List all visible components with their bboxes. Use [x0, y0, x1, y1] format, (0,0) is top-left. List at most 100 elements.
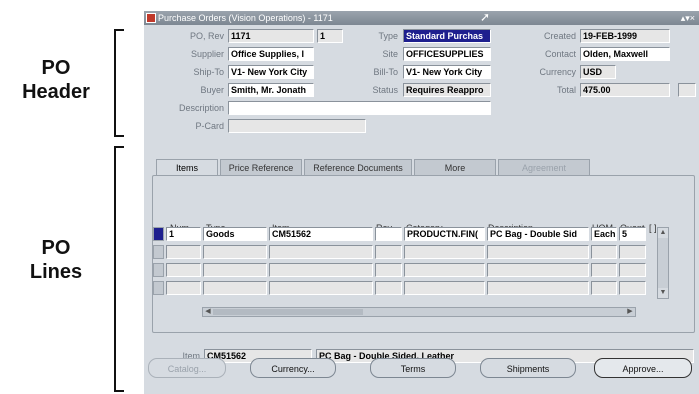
created-label: Created — [543, 31, 576, 41]
po-header-label-line2: Header — [22, 81, 90, 103]
table-cell[interactable] — [487, 245, 589, 259]
currency-field[interactable]: USD — [580, 65, 616, 79]
description-label: Description — [178, 103, 224, 113]
currency-button[interactable]: Currency... — [250, 358, 336, 378]
lines-horizontal-scrollbar[interactable]: ◀ ▶ — [202, 307, 636, 317]
tab-reference-documents-label: Reference Documents — [313, 163, 403, 173]
created-field[interactable]: 19-FEB-1999 — [580, 29, 670, 43]
type-label: Type — [378, 31, 398, 41]
pcard-field[interactable] — [228, 119, 366, 133]
contact-field[interactable]: Olden, Maxwell — [580, 47, 670, 61]
row-indicator[interactable] — [153, 245, 164, 259]
po-lines-label-line2: Lines — [29, 261, 83, 283]
line-description-cell[interactable]: PC Bag - Double Sid — [487, 227, 589, 241]
approve-button[interactable]: Approve... — [594, 358, 692, 378]
tab-price-reference-label: Price Reference — [228, 163, 294, 173]
type-field[interactable]: Standard Purchas — [403, 29, 491, 43]
table-cell[interactable] — [203, 245, 267, 259]
po-lines-label: PO Lines — [2, 236, 110, 284]
table-cell[interactable] — [269, 263, 373, 277]
site-field[interactable]: OFFICESUPPLIES — [403, 47, 491, 61]
lines-vertical-scrollbar[interactable]: ▲ ▼ — [657, 227, 669, 299]
catalog-button[interactable]: Catalog... — [148, 358, 226, 378]
bill-to-field[interactable]: V1- New York City — [403, 65, 491, 79]
line-num-cell[interactable]: 1 — [166, 227, 201, 241]
horizontal-scroll-thumb[interactable] — [213, 309, 363, 315]
table-cell[interactable] — [619, 263, 646, 277]
table-cell[interactable] — [619, 281, 646, 295]
supplier-label: Supplier — [190, 49, 224, 59]
mouse-cursor-icon: ➚ — [480, 11, 491, 24]
row-indicator[interactable] — [153, 263, 164, 277]
bill-to-label: Bill-To — [373, 67, 398, 77]
terms-button[interactable]: Terms — [370, 358, 456, 378]
scroll-up-arrow-icon[interactable]: ▲ — [658, 228, 668, 238]
purchase-order-window: Purchase Orders (Vision Operations) - 11… — [144, 11, 699, 394]
table-cell[interactable] — [487, 281, 589, 295]
row-indicator[interactable] — [153, 281, 164, 295]
contact-label: Contact — [544, 49, 576, 59]
scroll-left-arrow-icon[interactable]: ◀ — [203, 308, 213, 316]
table-cell[interactable] — [375, 263, 402, 277]
po-rev-label: PO, Rev — [189, 31, 224, 41]
revision-field[interactable]: 1 — [317, 29, 343, 43]
tab-items-label: Items — [175, 163, 198, 173]
line-category-cell[interactable]: PRODUCTN.FIN( — [404, 227, 485, 241]
line-rev-cell[interactable] — [375, 227, 402, 241]
total-label: Total — [556, 85, 576, 95]
line-quantity-cell[interactable]: 5 — [619, 227, 646, 241]
po-lines-bracket — [114, 146, 124, 392]
table-cell[interactable] — [404, 281, 485, 295]
tab-reference-documents[interactable]: Reference Documents — [304, 159, 412, 175]
currency-label: Currency — [539, 67, 576, 77]
line-uom-cell[interactable]: Each — [591, 227, 617, 241]
table-cell[interactable] — [591, 263, 617, 277]
tab-items[interactable]: Items — [156, 159, 218, 176]
buyer-field[interactable]: Smith, Mr. Jonath — [228, 83, 314, 97]
po-header-label-line1: PO — [41, 57, 71, 79]
status-label: Status — [372, 85, 398, 95]
app-icon — [146, 13, 156, 23]
scroll-right-arrow-icon[interactable]: ▶ — [625, 308, 635, 316]
table-cell[interactable] — [375, 281, 402, 295]
po-number-field[interactable]: 1171 — [228, 29, 314, 43]
shipments-button[interactable]: Shipments — [480, 358, 576, 378]
table-cell[interactable] — [404, 263, 485, 277]
table-cell[interactable] — [166, 245, 201, 259]
status-field[interactable]: Requires Reappro — [403, 83, 491, 97]
pcard-label: P-Card — [195, 121, 224, 131]
table-cell[interactable] — [404, 245, 485, 259]
window-controls[interactable]: ▴▾× — [681, 11, 695, 25]
table-cell[interactable] — [166, 281, 201, 295]
table-cell[interactable] — [591, 245, 617, 259]
total-field[interactable]: 475.00 — [580, 83, 670, 97]
table-cell[interactable] — [203, 281, 267, 295]
table-cell[interactable] — [269, 245, 373, 259]
tab-agreement-label: Agreement — [521, 163, 567, 173]
table-cell[interactable] — [203, 263, 267, 277]
tab-more-label: More — [444, 163, 466, 173]
ship-to-field[interactable]: V1- New York City — [228, 65, 314, 79]
table-cell[interactable] — [591, 281, 617, 295]
ship-to-label: Ship-To — [193, 67, 224, 77]
window-title: Purchase Orders (Vision Operations) - 11… — [158, 13, 333, 23]
tab-agreement: Agreement — [498, 159, 590, 175]
table-cell[interactable] — [487, 263, 589, 277]
tab-more[interactable]: More — [414, 159, 496, 175]
table-cell[interactable] — [619, 245, 646, 259]
row-indicator-current[interactable] — [153, 227, 164, 241]
description-field[interactable] — [228, 101, 491, 115]
table-cell[interactable] — [375, 245, 402, 259]
total-extra-field[interactable] — [678, 83, 696, 97]
site-label: Site — [382, 49, 398, 59]
po-header-bracket — [114, 29, 124, 137]
tab-price-reference[interactable]: Price Reference — [220, 159, 302, 175]
line-type-cell[interactable]: Goods — [203, 227, 267, 241]
col-folder-toggle[interactable]: [ ] — [649, 223, 657, 233]
line-item-cell[interactable]: CM51562 — [269, 227, 373, 241]
buyer-label: Buyer — [200, 85, 224, 95]
table-cell[interactable] — [269, 281, 373, 295]
scroll-down-arrow-icon[interactable]: ▼ — [658, 288, 668, 298]
supplier-field[interactable]: Office Supplies, I — [228, 47, 314, 61]
table-cell[interactable] — [166, 263, 201, 277]
